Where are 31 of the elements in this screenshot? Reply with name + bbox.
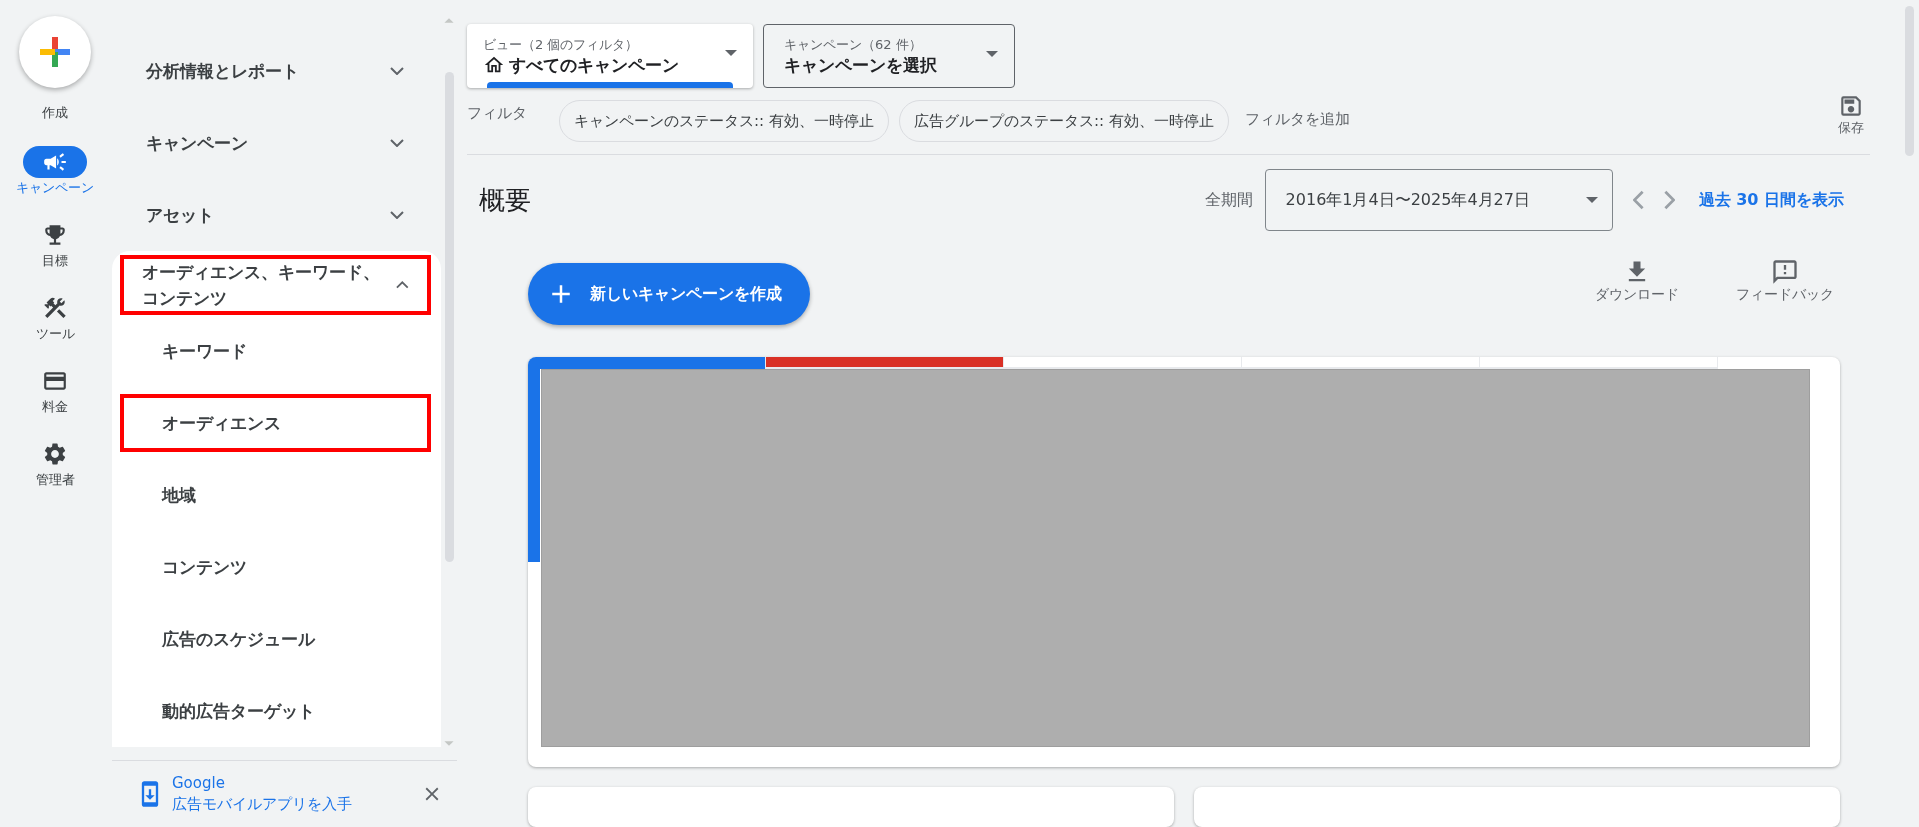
filter-label: フィルタ — [467, 103, 527, 123]
add-filter-button[interactable]: フィルタを追加 — [1238, 108, 1356, 130]
last-30-days-link[interactable]: 過去 30 日間を表示 — [1698, 189, 1844, 211]
filter-chip[interactable]: 広告グループのステータス:: 有効、一時停止 — [898, 100, 1229, 142]
page-title: 概要 — [479, 183, 532, 217]
nav-subitem[interactable]: 動的広告ターゲット — [120, 682, 431, 740]
rail-item[interactable]: キャンペーン — [5, 146, 105, 195]
nav-group-header[interactable]: オーディエンス、キーワード、コンテンツ — [120, 255, 431, 315]
create-label: 作成 — [42, 104, 68, 122]
filter-chip[interactable]: キャンペーンのステータス:: 有効、一時停止 — [559, 100, 889, 142]
feedback-button[interactable]: フィードバック — [1730, 257, 1840, 305]
rail-item[interactable]: 料金 — [5, 365, 105, 414]
download-button[interactable]: ダウンロード — [1582, 257, 1692, 305]
nav-item[interactable]: 分析情報とレポート — [120, 35, 431, 107]
nav-subitem[interactable]: 地域 — [120, 466, 431, 524]
date-range-dropdown[interactable]: 2016年1月4日〜2025年4月27日 — [1264, 169, 1613, 231]
rail-item[interactable]: ツール — [5, 292, 105, 341]
nav-subitem[interactable]: コンテンツ — [120, 538, 431, 596]
new-campaign-button[interactable]: 新しいキャンペーンを作成 — [528, 263, 810, 325]
rail-item[interactable]: 目標 — [5, 219, 105, 268]
campaign-dropdown[interactable]: キャンペーン（62 件） キャンペーンを選択 — [763, 24, 1015, 88]
view-dropdown[interactable]: ビュー（2 個のフィルタ） すべてのキャンペーン — [467, 24, 753, 88]
nav-subitem[interactable]: 広告のスケジュール — [120, 610, 431, 668]
app-promo-link[interactable]: Google 広告モバイルアプリを入手 — [172, 773, 413, 815]
nav-item[interactable]: キャンペーン — [120, 107, 431, 179]
rail-item[interactable]: 管理者 — [5, 438, 105, 487]
nav-subitem[interactable]: オーディエンス — [120, 394, 431, 452]
save-button[interactable]: 保存 — [1832, 92, 1870, 138]
nav-subitem[interactable]: キーワード — [120, 322, 431, 380]
nav-item[interactable]: アセット — [120, 179, 431, 251]
period-label: 全期間 — [1204, 189, 1253, 211]
